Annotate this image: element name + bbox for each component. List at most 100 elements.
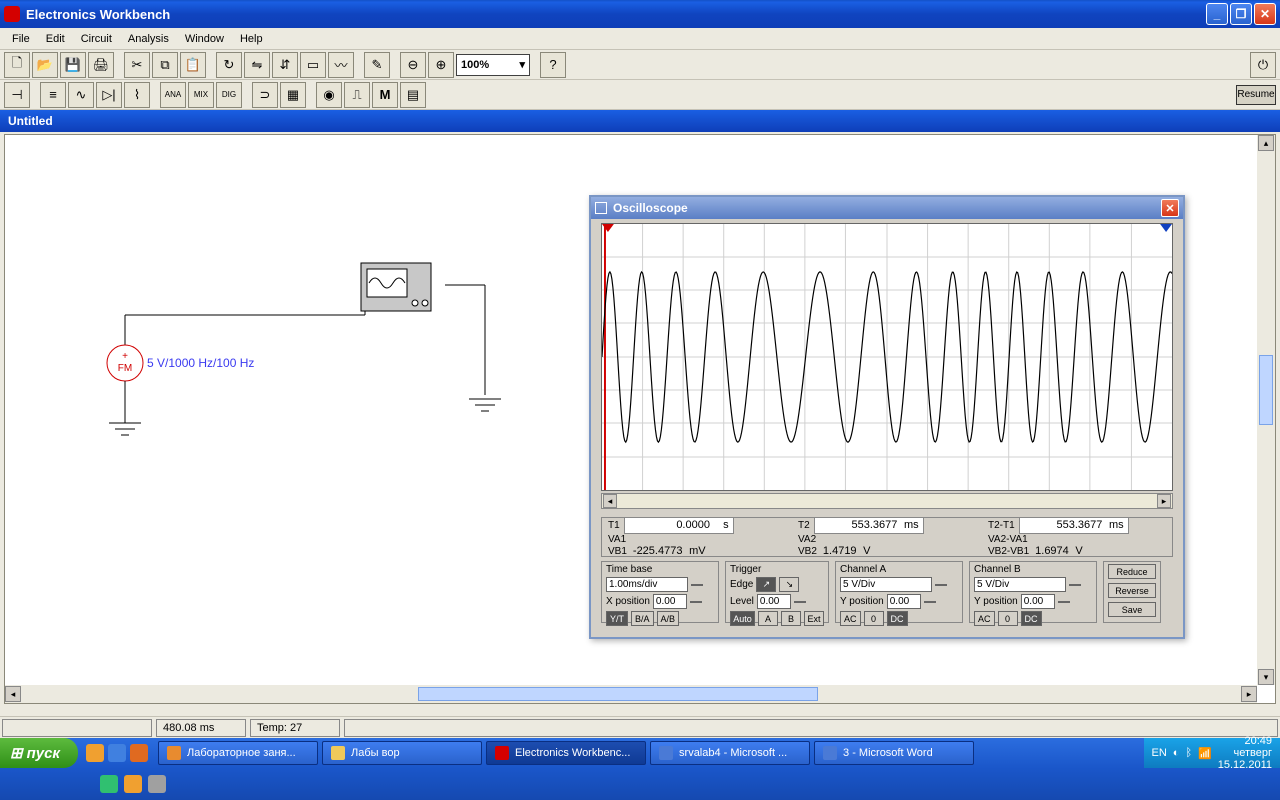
taskbar-task-4[interactable]: 3 - Microsoft Word <box>814 741 974 765</box>
chb-scale-input[interactable]: 5 V/Div <box>974 577 1066 592</box>
analog-bin[interactable]: ANA <box>160 82 186 108</box>
minimize-button[interactable]: _ <box>1206 3 1228 25</box>
cut-button[interactable]: ✂ <box>124 52 150 78</box>
workspace-hscroll[interactable]: ◂ ▸ <box>5 685 1257 703</box>
indicators-bin[interactable]: ◉ <box>316 82 342 108</box>
logic-bin[interactable]: ⊃ <box>252 82 278 108</box>
new-button[interactable]: 🗋 <box>4 52 30 78</box>
menu-file[interactable]: File <box>4 31 38 47</box>
menu-help[interactable]: Help <box>232 31 271 47</box>
yt-button[interactable]: Y/T <box>606 611 628 626</box>
tray-bluetooth-icon[interactable]: ᛒ <box>1185 747 1192 759</box>
hscroll-right-arrow[interactable]: ▸ <box>1241 686 1257 702</box>
system-tray[interactable]: EN ◐ ᛒ 📶 20:49 четверг 15.12.2011 <box>1144 738 1280 768</box>
transistor-bin[interactable]: ⌇ <box>124 82 150 108</box>
ql2-icon-1[interactable] <box>100 775 118 793</box>
copy-button[interactable]: ⧉ <box>152 52 178 78</box>
zoom-select[interactable]: 100%▾ <box>456 54 530 76</box>
trigger-auto-button[interactable]: Auto <box>730 611 755 626</box>
oscilloscope-close-button[interactable]: ✕ <box>1161 199 1179 217</box>
menu-circuit[interactable]: Circuit <box>73 31 120 47</box>
print-button[interactable]: 🖨 <box>88 52 114 78</box>
taskbar-task-1[interactable]: Лабы вор <box>322 741 482 765</box>
zoom-out-button[interactable]: ⊖ <box>400 52 426 78</box>
save-trace-button[interactable]: Save <box>1108 602 1156 617</box>
chb-0-button[interactable]: 0 <box>998 611 1018 626</box>
menu-window[interactable]: Window <box>177 31 232 47</box>
component-props-button[interactable]: ✎ <box>364 52 390 78</box>
flip-v-button[interactable]: ⇵ <box>272 52 298 78</box>
vscroll-down-arrow[interactable]: ▾ <box>1258 669 1274 685</box>
cha-ac-button[interactable]: AC <box>840 611 861 626</box>
save-button[interactable]: 💾 <box>60 52 86 78</box>
cha-dc-button[interactable]: DC <box>887 611 908 626</box>
open-button[interactable]: 📂 <box>32 52 58 78</box>
mixed-bin[interactable]: MIX <box>188 82 214 108</box>
menu-edit[interactable]: Edit <box>38 31 73 47</box>
graph-button[interactable]: 〰 <box>328 52 354 78</box>
reduce-button[interactable]: Reduce <box>1108 564 1156 579</box>
maximize-button[interactable]: ❐ <box>1230 3 1252 25</box>
tray-network-icon[interactable]: ◐ <box>1173 747 1180 759</box>
ba-button[interactable]: B/A <box>631 611 654 626</box>
hscroll-left-arrow[interactable]: ◂ <box>5 686 21 702</box>
ql-icon-1[interactable] <box>86 744 104 762</box>
chb-ypos-input[interactable]: 0.00 <box>1021 594 1055 609</box>
ql2-icon-3[interactable] <box>148 775 166 793</box>
workspace-vscroll[interactable]: ▴ ▾ <box>1257 135 1275 685</box>
chb-ac-button[interactable]: AC <box>974 611 995 626</box>
flip-h-button[interactable]: ⇋ <box>244 52 270 78</box>
taskbar-task-3[interactable]: srvalab4 - Microsoft ... <box>650 741 810 765</box>
rotate-button[interactable]: ↻ <box>216 52 242 78</box>
resistor-bin[interactable]: ∿ <box>68 82 94 108</box>
trigger-b-button[interactable]: B <box>781 611 801 626</box>
taskbar-task-0[interactable]: Лабораторное заня... <box>158 741 318 765</box>
diode-bin[interactable]: ▷| <box>96 82 122 108</box>
menu-analysis[interactable]: Analysis <box>120 31 177 47</box>
cha-0-button[interactable]: 0 <box>864 611 884 626</box>
instruments-bin[interactable]: ▤ <box>400 82 426 108</box>
lang-indicator[interactable]: EN <box>1152 747 1167 759</box>
tray-wifi-icon[interactable]: 📶 <box>1198 747 1212 760</box>
controls-bin[interactable]: ⎍ <box>344 82 370 108</box>
start-button[interactable]: ⊞ пуск <box>0 738 78 768</box>
ql-icon-2[interactable] <box>108 744 126 762</box>
edge-rise-button[interactable]: ↗ <box>756 577 776 592</box>
edge-fall-button[interactable]: ↘ <box>779 577 799 592</box>
xpos-input[interactable]: 0.00 <box>653 594 687 609</box>
oscilloscope-scrollbar[interactable]: ◂ ▸ <box>601 493 1173 509</box>
trigger-a-button[interactable]: A <box>758 611 778 626</box>
close-button[interactable]: ✕ <box>1254 3 1276 25</box>
basic-bin[interactable]: ≡ <box>40 82 66 108</box>
cha-ypos-input[interactable]: 0.00 <box>887 594 921 609</box>
zoom-in-button[interactable]: ⊕ <box>428 52 454 78</box>
help-button[interactable]: ? <box>540 52 566 78</box>
oscilloscope-window[interactable]: Oscilloscope ✕ <box>589 195 1185 639</box>
tray-clock[interactable]: 20:49 четверг 15.12.2011 <box>1218 735 1272 771</box>
hscroll-thumb[interactable] <box>418 687 818 701</box>
simulate-switch[interactable]: ⏻ <box>1250 52 1276 78</box>
cha-scale-input[interactable]: 5 V/Div <box>840 577 932 592</box>
sources-bin[interactable]: ⊣ <box>4 82 30 108</box>
oscilloscope-title-bar[interactable]: Oscilloscope ✕ <box>591 197 1183 219</box>
chb-dc-button[interactable]: DC <box>1021 611 1042 626</box>
trigger-ext-button[interactable]: Ext <box>804 611 824 626</box>
ql2-icon-2[interactable] <box>124 775 142 793</box>
vscroll-up-arrow[interactable]: ▴ <box>1258 135 1274 151</box>
trigger-level-input[interactable]: 0.00 <box>757 594 791 609</box>
paste-button[interactable]: 📋 <box>180 52 206 78</box>
timebase-input[interactable]: 1.00ms/div <box>606 577 688 592</box>
reverse-button[interactable]: Reverse <box>1108 583 1156 598</box>
vscroll-thumb[interactable] <box>1259 355 1273 425</box>
schematic-workspace[interactable]: + FM 5 V/1000 Hz/100 Hz Oscilloscope ✕ <box>4 134 1276 704</box>
oscilloscope-screen[interactable] <box>601 223 1173 491</box>
digital-bin[interactable]: DIG <box>216 82 242 108</box>
ql-icon-3[interactable] <box>130 744 148 762</box>
ab-button[interactable]: A/B <box>657 611 680 626</box>
misc-bin[interactable]: M <box>372 82 398 108</box>
subcircuit-button[interactable]: ▭ <box>300 52 326 78</box>
scroll-left-arrow[interactable]: ◂ <box>603 494 617 508</box>
scroll-right-arrow[interactable]: ▸ <box>1157 494 1171 508</box>
ic-bin[interactable]: ▦ <box>280 82 306 108</box>
taskbar-task-2[interactable]: Electronics Workbenc... <box>486 741 646 765</box>
